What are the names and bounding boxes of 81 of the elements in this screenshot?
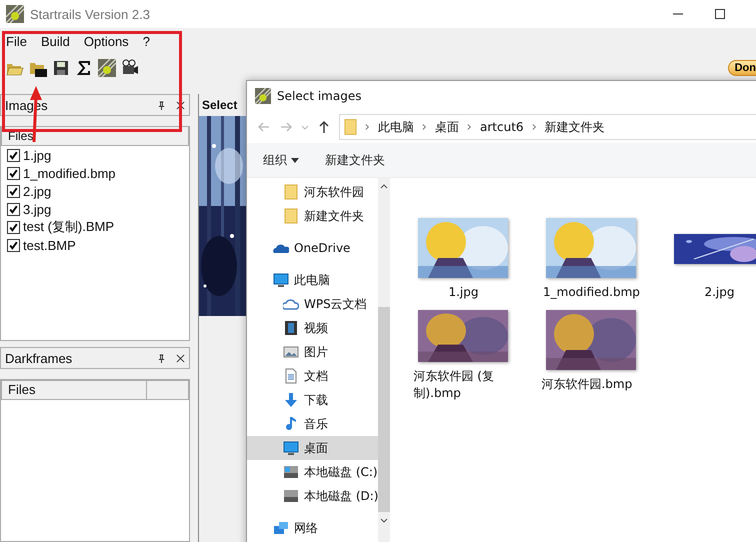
monitor-icon <box>273 272 289 288</box>
checkbox[interactable] <box>7 166 20 180</box>
nav-item[interactable]: 网络 <box>247 516 378 540</box>
down-arrow-icon <box>283 392 299 408</box>
scroll-down-icon[interactable] <box>380 518 388 523</box>
film-icon <box>283 320 299 336</box>
network-icon <box>273 520 289 536</box>
folder-icon <box>283 208 299 224</box>
close-icon[interactable] <box>176 100 185 110</box>
panel-title: Select <box>201 97 238 114</box>
organize-button[interactable]: 组织 <box>259 148 303 172</box>
nav-item[interactable]: 视频 <box>247 316 378 340</box>
image-thumbnail-tile[interactable]: 河东软件园 (复制).bmp <box>404 310 522 402</box>
chevron-icon <box>422 123 427 131</box>
image-thumbnail-tile[interactable]: 河东软件园.bmp <box>532 310 650 402</box>
scrollbar[interactable] <box>378 178 390 542</box>
nav-item[interactable]: 桌面 <box>247 436 378 460</box>
nav-item[interactable]: 河东软件园 <box>247 180 378 204</box>
save-icon[interactable] <box>52 59 70 77</box>
pin-icon[interactable] <box>157 354 166 362</box>
chevron-icon <box>467 123 472 131</box>
drive-icon <box>283 464 299 480</box>
new-folder-button[interactable]: 新建文件夹 <box>321 148 389 172</box>
app-logo-icon <box>6 5 24 23</box>
file-name[interactable]: 1.jpg <box>23 148 52 162</box>
menu-item[interactable]: ? <box>142 34 150 48</box>
address-bar[interactable]: 此电脑 桌面 artcut6 新建文件夹 <box>339 114 756 140</box>
caret-icon <box>291 158 299 162</box>
up-arrow-icon[interactable] <box>317 120 331 134</box>
toolbar-button[interactable]: Don <box>728 60 756 76</box>
folder-icon <box>283 184 299 200</box>
pin-icon[interactable] <box>157 100 166 110</box>
image-thumbnail-tile[interactable]: 2.jpg <box>660 218 756 310</box>
checkbox[interactable] <box>7 220 20 234</box>
checkbox[interactable] <box>7 238 20 252</box>
close-icon[interactable] <box>176 354 185 362</box>
nav-item[interactable]: 新建文件夹 <box>247 204 378 228</box>
dialog-title: Select images <box>277 89 362 103</box>
folder-icon <box>344 118 357 136</box>
menu-item[interactable]: Options <box>84 34 129 48</box>
nav-item[interactable]: WPS云文档 <box>247 292 378 316</box>
nav-item[interactable]: 文档 <box>247 364 378 388</box>
chevron-icon <box>365 123 370 131</box>
monitor-icon <box>283 440 299 456</box>
app-logo-icon <box>255 88 271 104</box>
panel-title: Darkframes <box>5 350 72 366</box>
scroll-up-icon[interactable] <box>380 184 388 189</box>
menu-item[interactable]: File <box>6 34 27 48</box>
nav-item[interactable]: OneDrive <box>247 236 378 260</box>
nav-item[interactable]: 音乐 <box>247 412 378 436</box>
breadcrumb-item[interactable]: 桌面 <box>435 118 459 136</box>
image-thumbnail-tile[interactable]: 1.jpg <box>404 218 522 310</box>
video-camera-icon[interactable] <box>121 59 139 77</box>
menu-item[interactable]: Build <box>40 34 70 48</box>
image-thumbnail-tile[interactable]: 1_modified.bmp <box>532 218 650 310</box>
file-name[interactable]: test.BMP <box>23 238 76 252</box>
sigma-icon[interactable] <box>75 59 93 77</box>
breadcrumb-item[interactable]: 此电脑 <box>378 118 414 136</box>
checkbox[interactable] <box>7 202 20 216</box>
checkbox[interactable] <box>7 148 20 162</box>
star-trail-icon[interactable] <box>98 59 116 77</box>
nav-item[interactable]: 此电脑 <box>247 268 378 292</box>
nav-item[interactable]: 本地磁盘 (C:) <box>247 460 378 484</box>
window-title: Startrails Version 2.3 <box>30 6 150 22</box>
file-name[interactable]: 3.jpg <box>23 202 52 216</box>
column-header[interactable]: Files <box>1 380 147 400</box>
nav-item[interactable]: 图片 <box>247 340 378 364</box>
file-name[interactable]: test (复制).BMP <box>23 218 114 236</box>
drive-icon <box>283 488 299 504</box>
file-name[interactable]: 1_modified.bmp <box>23 166 116 180</box>
breadcrumb-item[interactable]: 新建文件夹 <box>544 118 605 136</box>
maximize-icon[interactable] <box>714 8 726 20</box>
nav-item[interactable]: 本地磁盘 (D:) <box>247 484 378 508</box>
nav-item[interactable]: 下载 <box>247 388 378 412</box>
picture-icon <box>283 344 299 360</box>
music-note-icon <box>283 416 299 432</box>
checkbox[interactable] <box>7 184 20 198</box>
chevron-icon <box>532 123 537 131</box>
breadcrumb-item[interactable]: artcut6 <box>480 120 524 134</box>
document-icon <box>283 368 299 384</box>
file-name[interactable]: 2.jpg <box>23 184 52 198</box>
